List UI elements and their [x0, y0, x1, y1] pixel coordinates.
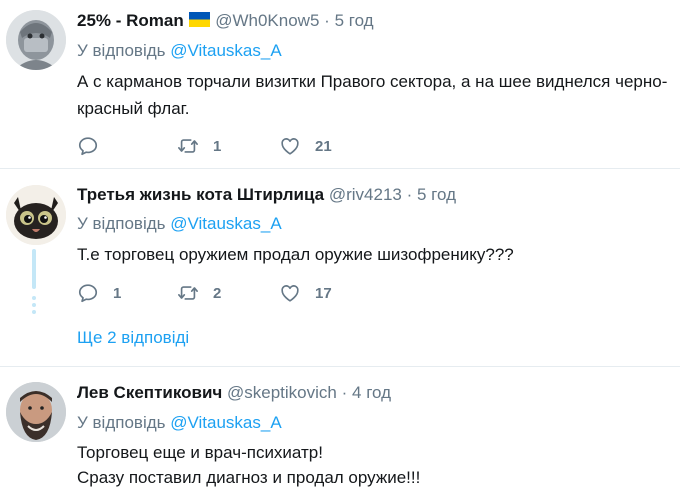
heart-icon: [281, 285, 299, 302]
tweet-header: 25% - Roman @Wh0Know5 · 5 год: [77, 11, 374, 31]
tweet-header: Лев Скептикович @skeptikovich · 4 год: [77, 383, 391, 403]
tweet-text: Т.е торговец оружием продал оружие шизоф…: [77, 241, 680, 268]
tweet-3[interactable]: Лев Скептикович @skeptikovich · 4 год У …: [0, 367, 680, 496]
reply-button[interactable]: 1: [77, 282, 121, 304]
reply-button[interactable]: [77, 135, 113, 157]
user-handle[interactable]: @Wh0Know5: [215, 11, 319, 30]
masked-figure-avatar-image: [6, 10, 66, 70]
tweet-text: А с карманов торчали визитки Правого сек…: [77, 68, 680, 122]
like-count: 17: [315, 284, 332, 302]
timestamp[interactable]: 4 год: [352, 383, 391, 402]
display-name[interactable]: Третья жизнь кота Штирлица: [77, 185, 324, 204]
reply-icon: [78, 137, 98, 156]
tweet-text: Торговец еще и врач-психиатр! Сразу пост…: [77, 440, 680, 490]
retweet-icon: [178, 139, 198, 153]
user-handle[interactable]: @skeptikovich: [227, 383, 337, 402]
mention-link[interactable]: @Vitauskas_A: [170, 214, 281, 233]
reply-prefix: У відповідь: [77, 413, 166, 432]
retweet-count: 1: [213, 137, 222, 155]
retweet-count: 2: [213, 284, 222, 302]
reply-context: У відповідь @Vitauskas_A: [77, 413, 282, 433]
user-handle[interactable]: @riv4213: [329, 185, 402, 204]
reply-count: 1: [113, 284, 122, 302]
reply-context: У відповідь @Vitauskas_A: [77, 214, 282, 234]
black-cat-avatar-image: [6, 185, 66, 245]
show-more-replies-link[interactable]: Ще 2 відповіді: [77, 328, 189, 348]
retweet-button[interactable]: 2: [177, 282, 221, 304]
mention-link[interactable]: @Vitauskas_A: [170, 41, 281, 60]
avatar[interactable]: [6, 185, 66, 245]
tweet-1[interactable]: 25% - Roman @Wh0Know5 · 5 год У відповід…: [0, 0, 680, 168]
tweet-text-line: А с карманов торчали визитки Правого сек…: [77, 72, 668, 91]
reply-prefix: У відповідь: [77, 214, 166, 233]
separator-dot: ·: [324, 11, 330, 30]
heart-icon: [281, 138, 299, 155]
display-name[interactable]: Лев Скептикович: [77, 383, 222, 402]
thread-line: [32, 249, 36, 289]
like-button[interactable]: 21: [279, 135, 332, 157]
like-button[interactable]: 17: [279, 282, 332, 304]
avatar[interactable]: [6, 382, 66, 442]
ukraine-flag-icon: [189, 12, 211, 27]
timestamp[interactable]: 5 год: [417, 185, 456, 204]
tweet-text-line: Торговец еще и врач-психиатр!: [77, 443, 323, 462]
thread-dots: [32, 296, 36, 317]
bearded-man-avatar-image: [6, 382, 66, 442]
display-name[interactable]: 25% - Roman: [77, 11, 184, 30]
reply-icon: [78, 284, 98, 303]
tweet-2[interactable]: Третья жизнь кота Штирлица @riv4213 · 5 …: [0, 169, 680, 365]
avatar[interactable]: [6, 10, 66, 70]
timestamp[interactable]: 5 год: [335, 11, 374, 30]
tweet-text-line: Сразу поставил диагноз и продал оружие!!…: [77, 468, 421, 487]
tweet-header: Третья жизнь кота Штирлица @riv4213 · 5 …: [77, 185, 456, 205]
separator-dot: ·: [406, 185, 413, 204]
separator-dot: ·: [341, 383, 348, 402]
reply-prefix: У відповідь: [77, 41, 166, 60]
tweet-text-line: Т.е торговец оружием продал оружие шизоф…: [77, 245, 514, 264]
retweet-icon: [178, 286, 198, 300]
tweet-text-line: красный флаг.: [77, 99, 190, 118]
retweet-button[interactable]: 1: [177, 135, 221, 157]
mention-link[interactable]: @Vitauskas_A: [170, 413, 281, 432]
reply-context: У відповідь @Vitauskas_A: [77, 41, 282, 61]
like-count: 21: [315, 137, 332, 155]
